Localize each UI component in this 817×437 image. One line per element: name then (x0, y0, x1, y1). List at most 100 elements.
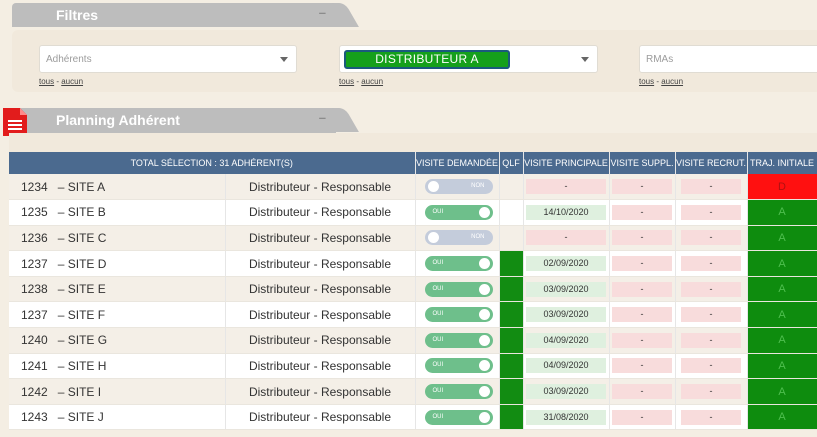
qlf-cell[interactable] (499, 353, 524, 380)
visite-suppl-cell[interactable]: - (609, 199, 676, 226)
visite-demandee-toggle[interactable]: OUI (424, 204, 493, 220)
visite-demandee-toggle[interactable]: OUI (424, 384, 493, 400)
visite-suppl-cell[interactable]: - (609, 301, 676, 329)
table-row: 1242 – SITE I Distributeur - Responsable… (9, 378, 817, 405)
visite-demandee-toggle[interactable]: NON (424, 179, 493, 195)
visite-suppl-cell[interactable]: - (609, 404, 676, 431)
visite-suppl-cell[interactable]: - (609, 250, 676, 277)
site-name: – SITE G (57, 333, 108, 348)
visite-suppl-header[interactable]: VISITE SUPPL. (609, 152, 676, 174)
visite-suppl-cell[interactable]: - (609, 353, 676, 380)
visite-principale-cell[interactable]: 14/10/2020 (523, 199, 610, 226)
traj-initiale-cell[interactable]: A (747, 301, 817, 329)
visite-principale-value: 03/09/2020 (526, 281, 606, 297)
visite-suppl-cell[interactable]: - (609, 276, 676, 303)
visite-principale-cell[interactable]: 02/09/2020 (523, 250, 610, 277)
rmas-select[interactable]: RMAs (639, 45, 817, 73)
total-header: TOTAL SÉLECTION : 31 ADHÉRENT(S) (9, 152, 416, 174)
select-all-link[interactable]: tous (39, 77, 54, 86)
visite-recrut-cell[interactable]: - (675, 225, 748, 252)
select-all-link[interactable]: tous (639, 77, 654, 86)
visite-demandee-toggle[interactable]: OUI (424, 307, 493, 323)
traj-initiale-header[interactable]: TRAJ. INITIALE (747, 152, 817, 174)
toggle-label: NON (471, 183, 485, 190)
visite-principale-cell[interactable]: 03/09/2020 (523, 276, 610, 303)
visite-recrut-cell[interactable]: - (675, 174, 748, 201)
filters-tab[interactable]: Filtres – (12, 3, 336, 27)
qlf-cell[interactable] (499, 404, 524, 431)
qlf-header[interactable]: QLF (499, 152, 524, 174)
traj-initiale-cell[interactable]: A (747, 225, 817, 252)
site-cell: 1235 – SITE B (9, 199, 226, 226)
adherents-select[interactable]: Adhérents (39, 45, 297, 73)
visite-suppl-value: - (612, 384, 672, 400)
visite-demandee-toggle[interactable]: OUI (424, 256, 493, 272)
visite-principale-value: - (526, 230, 606, 246)
table-row: 1240 – SITE G Distributeur - Responsable… (9, 327, 817, 354)
visite-recrut-value: - (681, 409, 741, 425)
visite-principale-cell[interactable]: 04/09/2020 (523, 327, 610, 354)
select-none-link[interactable]: aucun (61, 77, 83, 86)
visite-recrut-value: - (681, 307, 741, 323)
visite-principale-cell[interactable]: 03/09/2020 (523, 301, 610, 329)
qlf-cell[interactable] (499, 174, 524, 201)
select-none-link[interactable]: aucun (361, 77, 383, 86)
visite-suppl-cell[interactable]: - (609, 378, 676, 405)
visite-suppl-cell[interactable]: - (609, 174, 676, 201)
traj-initiale-cell[interactable]: A (747, 404, 817, 431)
visite-recrut-cell[interactable]: - (675, 301, 748, 329)
visite-principale-cell[interactable]: 04/09/2020 (523, 353, 610, 380)
visite-recrut-cell[interactable]: - (675, 327, 748, 354)
table-row: 1243 – SITE J Distributeur - Responsable… (9, 404, 817, 431)
qlf-cell[interactable] (499, 301, 524, 329)
visite-suppl-cell[interactable]: - (609, 225, 676, 252)
select-all-link[interactable]: tous (339, 77, 354, 86)
visite-principale-header[interactable]: VISITE PRINCIPALE (523, 152, 610, 174)
visite-demandee-toggle[interactable]: OUI (424, 358, 493, 374)
visite-principale-cell[interactable]: - (523, 174, 610, 201)
qlf-cell[interactable] (499, 250, 524, 277)
traj-initiale-cell[interactable]: A (747, 327, 817, 354)
traj-initiale-cell[interactable]: A (747, 378, 817, 405)
visite-principale-cell[interactable]: 03/09/2020 (523, 378, 610, 405)
traj-initiale-cell[interactable]: A (747, 199, 817, 226)
visite-recrut-header[interactable]: VISITE RECRUT. (675, 152, 748, 174)
traj-initiale-cell[interactable]: A (747, 250, 817, 277)
qlf-cell[interactable] (499, 276, 524, 303)
distributeur-select[interactable]: DISTRIBUTEUR A (339, 45, 598, 73)
visite-demandee-toggle[interactable]: OUI (424, 281, 493, 297)
traj-initiale-cell[interactable]: D (747, 174, 817, 201)
traj-initiale-cell[interactable]: A (747, 353, 817, 380)
visite-suppl-cell[interactable]: - (609, 327, 676, 354)
adherent-id: 1243 (21, 410, 48, 425)
qlf-cell[interactable] (499, 327, 524, 354)
collapse-icon[interactable]: – (319, 5, 326, 20)
site-cell: 1240 – SITE G (9, 327, 226, 354)
visite-recrut-cell[interactable]: - (675, 404, 748, 431)
visite-demandee-header[interactable]: VISITE DEMANDÉE (415, 152, 500, 174)
qlf-cell[interactable] (499, 378, 524, 405)
selected-chip[interactable]: DISTRIBUTEUR A (344, 50, 510, 69)
visite-recrut-value: - (681, 358, 741, 374)
traj-initiale-cell[interactable]: A (747, 276, 817, 303)
qlf-cell[interactable] (499, 199, 524, 226)
collapse-icon[interactable]: – (319, 110, 326, 125)
site-name: – SITE E (57, 282, 106, 297)
role-cell: Distributeur - Responsable (225, 199, 416, 226)
visite-recrut-cell[interactable]: - (675, 276, 748, 303)
visite-demandee-toggle[interactable]: NON (424, 230, 493, 246)
planning-tab[interactable]: Planning Adhérent – (12, 108, 336, 134)
qlf-cell[interactable] (499, 225, 524, 252)
toggle-label: OUI (432, 336, 444, 343)
site-name: – SITE D (57, 256, 107, 271)
visite-recrut-cell[interactable]: - (675, 199, 748, 226)
visite-recrut-cell[interactable]: - (675, 378, 748, 405)
select-none-link[interactable]: aucun (661, 77, 683, 86)
visite-principale-value: 04/09/2020 (526, 358, 606, 374)
visite-principale-cell[interactable]: 31/08/2020 (523, 404, 610, 431)
visite-demandee-toggle[interactable]: OUI (424, 409, 493, 425)
visite-principale-cell[interactable]: - (523, 225, 610, 252)
visite-demandee-toggle[interactable]: OUI (424, 332, 493, 348)
visite-recrut-cell[interactable]: - (675, 250, 748, 277)
visite-recrut-cell[interactable]: - (675, 353, 748, 380)
